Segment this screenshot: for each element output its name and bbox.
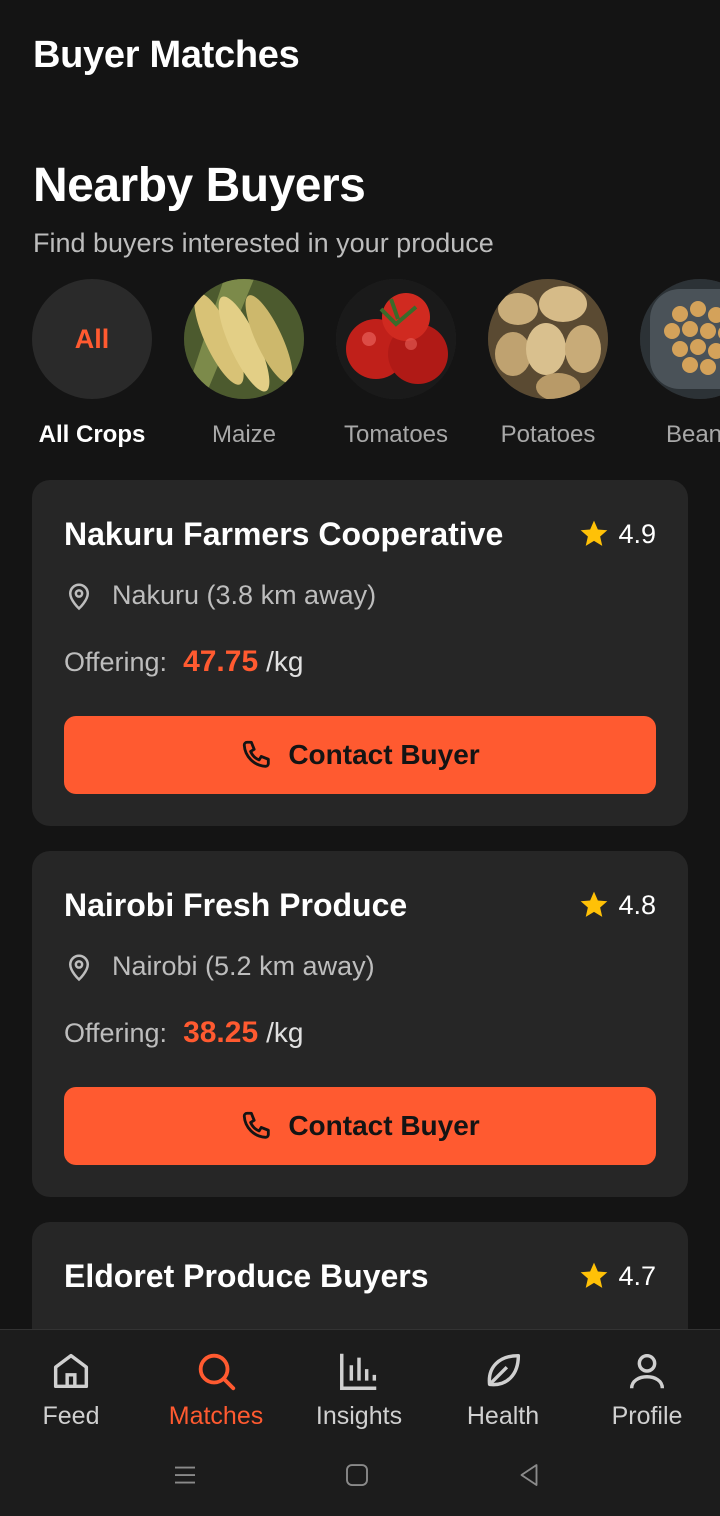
rating-value: 4.7 [618,1260,656,1291]
bottom-nav: Feed Matches Insights Health Profile [0,1329,720,1516]
rating: 4.9 [578,518,656,550]
beans-image [640,279,720,399]
nav-label: Feed [42,1402,100,1430]
buyer-card: Nairobi Fresh Produce 4.8 Nairobi (5.2 k… [32,851,688,1197]
system-nav-bar [0,1450,720,1510]
leaf-icon [487,1353,521,1387]
offering-label: Offering: [64,647,168,677]
star-icon [581,520,608,546]
crop-filter-tomatoes[interactable]: Tomatoes [320,279,472,449]
back-icon[interactable] [514,1460,544,1490]
location-pin-icon [68,954,90,981]
section-subtitle: Find buyers interested in your produce [33,228,494,258]
phone-icon [243,1111,271,1139]
buyer-name: Eldoret Produce Buyers [64,1258,429,1294]
page-title: Buyer Matches [33,34,300,76]
buyer-location: Nairobi (5.2 km away) [64,951,375,982]
rating-value: 4.9 [618,518,656,549]
crop-filter-maize[interactable]: Maize [168,279,320,449]
offer: Offering: 47.75 /kg [64,645,304,679]
crop-label: Potatoes [500,421,596,448]
all-badge: All [32,279,152,399]
crop-label: All Crops [38,421,146,448]
tomatoes-image [336,279,456,399]
rating-value: 4.8 [618,889,656,920]
crop-filter-potatoes[interactable]: Potatoes [472,279,624,449]
buyer-name: Nairobi Fresh Produce [64,887,408,923]
crop-filter-all[interactable]: All All Crops [16,279,168,449]
rating: 4.7 [578,1260,656,1292]
bar-chart-icon [340,1353,377,1390]
buyer-location: Nakuru (3.8 km away) [64,580,376,611]
menu-icon[interactable] [170,1460,200,1490]
maize-image [184,279,304,399]
search-icon [198,1353,236,1391]
buyer-card: Nakuru Farmers Cooperative 4.9 Nakuru (3… [32,480,688,826]
contact-buyer-button[interactable]: Contact Buyer [64,716,656,794]
home-square-icon[interactable] [342,1460,372,1490]
user-icon [629,1353,665,1389]
star-icon [581,1262,608,1288]
nav-label: Matches [168,1402,264,1430]
section-title: Nearby Buyers [33,159,366,212]
contact-buyer-button[interactable]: Contact Buyer [64,1087,656,1165]
button-label: Contact Buyer [288,739,480,770]
price: 38.25 [183,1016,259,1049]
rating: 4.8 [578,889,656,921]
nav-label: Profile [611,1402,683,1430]
price-unit: /kg [266,646,304,677]
offering-label: Offering: [64,1018,168,1048]
price: 47.75 [183,645,259,678]
price-unit: /kg [266,1017,304,1048]
nav-label: Health [466,1402,540,1430]
potatoes-image [488,279,608,399]
phone-icon [243,740,271,768]
nav-profile[interactable]: Profile [575,1348,719,1431]
nav-insights[interactable]: Insights [287,1348,431,1431]
crop-label: Maize [211,421,277,448]
button-label: Contact Buyer [288,1110,480,1141]
offer: Offering: 38.25 /kg [64,1016,304,1050]
crop-label: Beans [665,421,720,448]
crop-label: Tomatoes [343,421,449,448]
crop-filter-row: All All Crops Maize Tomatoes Potatoes Be… [0,279,720,449]
nav-health[interactable]: Health [431,1348,575,1431]
buyer-name: Nakuru Farmers Cooperative [64,516,504,552]
nav-matches[interactable]: Matches [144,1348,288,1431]
location-text: Nakuru (3.8 km away) [112,580,377,610]
nav-label: Insights [315,1402,403,1430]
location-text: Nairobi (5.2 km away) [112,951,375,981]
home-icon [53,1353,89,1389]
crop-filter-beans[interactable]: Beans [624,279,720,449]
location-pin-icon [68,583,90,610]
nav-feed[interactable]: Feed [0,1348,143,1431]
star-icon [581,891,608,917]
